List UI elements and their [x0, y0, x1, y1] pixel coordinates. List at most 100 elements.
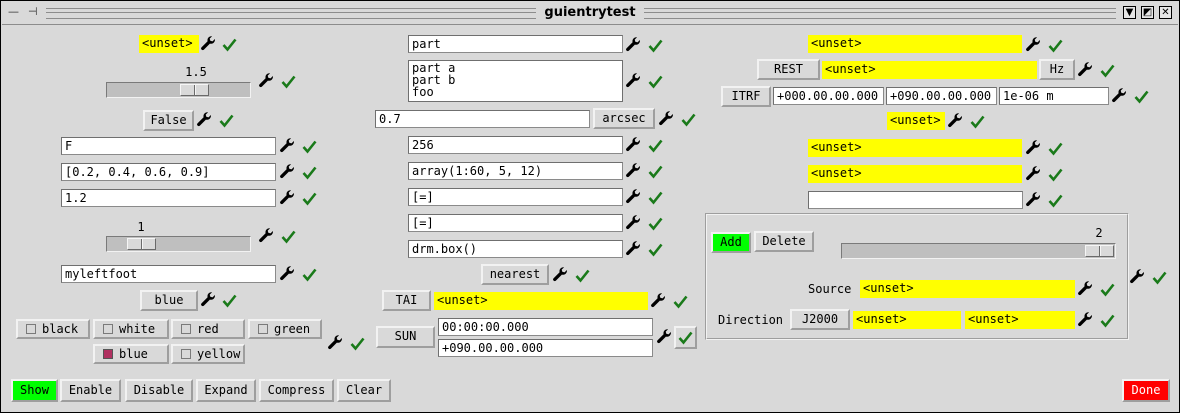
wrench-icon[interactable] [1025, 139, 1042, 156]
wrench-icon[interactable] [1025, 191, 1042, 208]
check-mark-icon[interactable] [1048, 167, 1063, 182]
check-mark-icon[interactable] [302, 139, 317, 154]
slider-trough[interactable] [106, 82, 251, 98]
wrench-icon[interactable] [279, 189, 296, 206]
slider-trough[interactable] [841, 243, 1116, 259]
wrench-icon[interactable] [1111, 87, 1128, 104]
wrench-icon[interactable] [279, 163, 296, 180]
check-mark-icon[interactable] [222, 293, 237, 308]
record-entry[interactable]: [=] [408, 214, 623, 232]
quantity-value-entry[interactable]: 0.7 [375, 110, 590, 128]
empty-entry[interactable] [808, 191, 1023, 209]
check-mark-icon[interactable] [302, 191, 317, 206]
slider-thumb[interactable] [180, 84, 209, 96]
check-mark-icon[interactable] [1048, 193, 1063, 208]
declination-entry[interactable]: +090.00.00.000 [438, 339, 653, 357]
minimize-icon[interactable]: ▼ [1123, 6, 1136, 19]
direction-reference-button[interactable]: SUN [376, 326, 435, 348]
add-button[interactable]: Add [711, 232, 751, 253]
check-mark-icon[interactable] [673, 294, 688, 309]
wrench-icon[interactable] [1025, 165, 1042, 182]
position-reference-button[interactable]: ITRF [721, 86, 771, 107]
check-mark-icon[interactable] [222, 37, 237, 52]
check-mark-icon[interactable] [219, 113, 234, 128]
color-choice-button[interactable]: blue [140, 290, 198, 311]
text-entry[interactable]: myleftfoot [61, 265, 276, 283]
wrench-icon[interactable] [656, 328, 673, 345]
toggle-yellow[interactable]: yellow [171, 344, 245, 364]
toggle-red[interactable]: red [171, 319, 245, 339]
check-mark-icon[interactable] [575, 268, 590, 283]
wrench-icon[interactable] [625, 162, 642, 179]
wrench-icon[interactable] [1077, 61, 1094, 78]
check-mark-icon[interactable] [648, 190, 663, 205]
direction-frame-button[interactable]: J2000 [790, 309, 850, 330]
wrench-icon[interactable] [279, 137, 296, 154]
check-mark-icon[interactable] [648, 242, 663, 257]
height-entry[interactable]: 1e-06 m [999, 87, 1109, 105]
wrench-icon[interactable] [327, 334, 344, 351]
check-mark-icon[interactable] [648, 216, 663, 231]
record-entry[interactable]: [=] [408, 188, 623, 206]
check-mark-icon[interactable] [648, 38, 663, 53]
wrench-icon[interactable] [200, 35, 217, 52]
wrench-icon[interactable] [625, 72, 642, 89]
frequency-reference-button[interactable]: REST [757, 59, 820, 80]
wrench-icon[interactable] [625, 136, 642, 153]
string-entry[interactable]: F [61, 137, 276, 155]
longitude-entry[interactable]: +000.00.00.000 [773, 87, 884, 105]
check-mark-icon[interactable] [1100, 63, 1115, 78]
close-icon[interactable]: ✕ [1159, 6, 1172, 19]
wrench-icon[interactable] [196, 111, 213, 128]
expand-button[interactable]: Expand [196, 379, 256, 402]
nearest-button[interactable]: nearest [481, 264, 549, 285]
wrench-icon[interactable] [625, 36, 642, 53]
check-mark-icon[interactable] [281, 74, 296, 89]
vector-entry[interactable]: [0.2, 0.4, 0.6, 0.9] [61, 163, 276, 181]
wrench-icon[interactable] [625, 240, 642, 257]
done-button[interactable]: Done [1122, 379, 1170, 402]
check-mark-icon[interactable] [648, 164, 663, 179]
check-mark-icon[interactable] [281, 229, 296, 244]
check-mark-icon[interactable] [1134, 89, 1149, 104]
check-button[interactable] [674, 326, 697, 349]
check-mark-icon[interactable] [1048, 141, 1063, 156]
array-entry[interactable]: array(1:60, 5, 12) [408, 162, 623, 180]
wrench-icon[interactable] [625, 188, 642, 205]
frequency-unit-button[interactable]: Hz [1039, 59, 1075, 80]
title-bar[interactable]: — ⊣ guientrytest ▼ ◩ ✕ [2, 2, 1178, 25]
number-entry[interactable]: 256 [408, 136, 623, 154]
multiline-text-box[interactable]: part a part b foo [408, 60, 623, 102]
show-button[interactable]: Show [11, 379, 58, 402]
check-mark-icon[interactable] [681, 112, 696, 127]
wrench-icon[interactable] [258, 227, 275, 244]
slider-thumb[interactable] [127, 238, 156, 250]
check-mark-icon[interactable] [1100, 313, 1115, 328]
quantity-unit-button[interactable]: arcsec [593, 108, 655, 129]
string-entry[interactable]: part [408, 35, 623, 53]
check-mark-icon[interactable] [648, 138, 663, 153]
check-mark-icon[interactable] [1048, 38, 1063, 53]
time-entry[interactable]: 00:00:00.000 [438, 318, 653, 336]
wrench-icon[interactable] [200, 291, 217, 308]
check-mark-icon[interactable] [350, 336, 365, 351]
toggle-black[interactable]: black [16, 319, 90, 339]
wrench-icon[interactable] [279, 265, 296, 282]
check-mark-icon[interactable] [1100, 282, 1115, 297]
region-entry[interactable]: drm.box() [408, 240, 623, 258]
slider-thumb[interactable] [1085, 245, 1114, 257]
compress-button[interactable]: Compress [259, 379, 334, 402]
clear-button[interactable]: Clear [337, 379, 391, 402]
wrench-icon[interactable] [947, 112, 964, 129]
check-mark-icon[interactable] [648, 74, 663, 89]
wrench-icon[interactable] [552, 266, 569, 283]
check-mark-icon[interactable] [302, 267, 317, 282]
check-mark-icon[interactable] [1152, 270, 1167, 285]
epoch-reference-button[interactable]: TAI [382, 290, 431, 311]
disable-button[interactable]: Disable [125, 379, 193, 402]
enable-button[interactable]: Enable [60, 379, 121, 402]
wrench-icon[interactable] [650, 292, 667, 309]
check-mark-icon[interactable] [970, 114, 985, 129]
toggle-white[interactable]: white [93, 319, 169, 339]
wrench-icon[interactable] [1129, 268, 1146, 285]
